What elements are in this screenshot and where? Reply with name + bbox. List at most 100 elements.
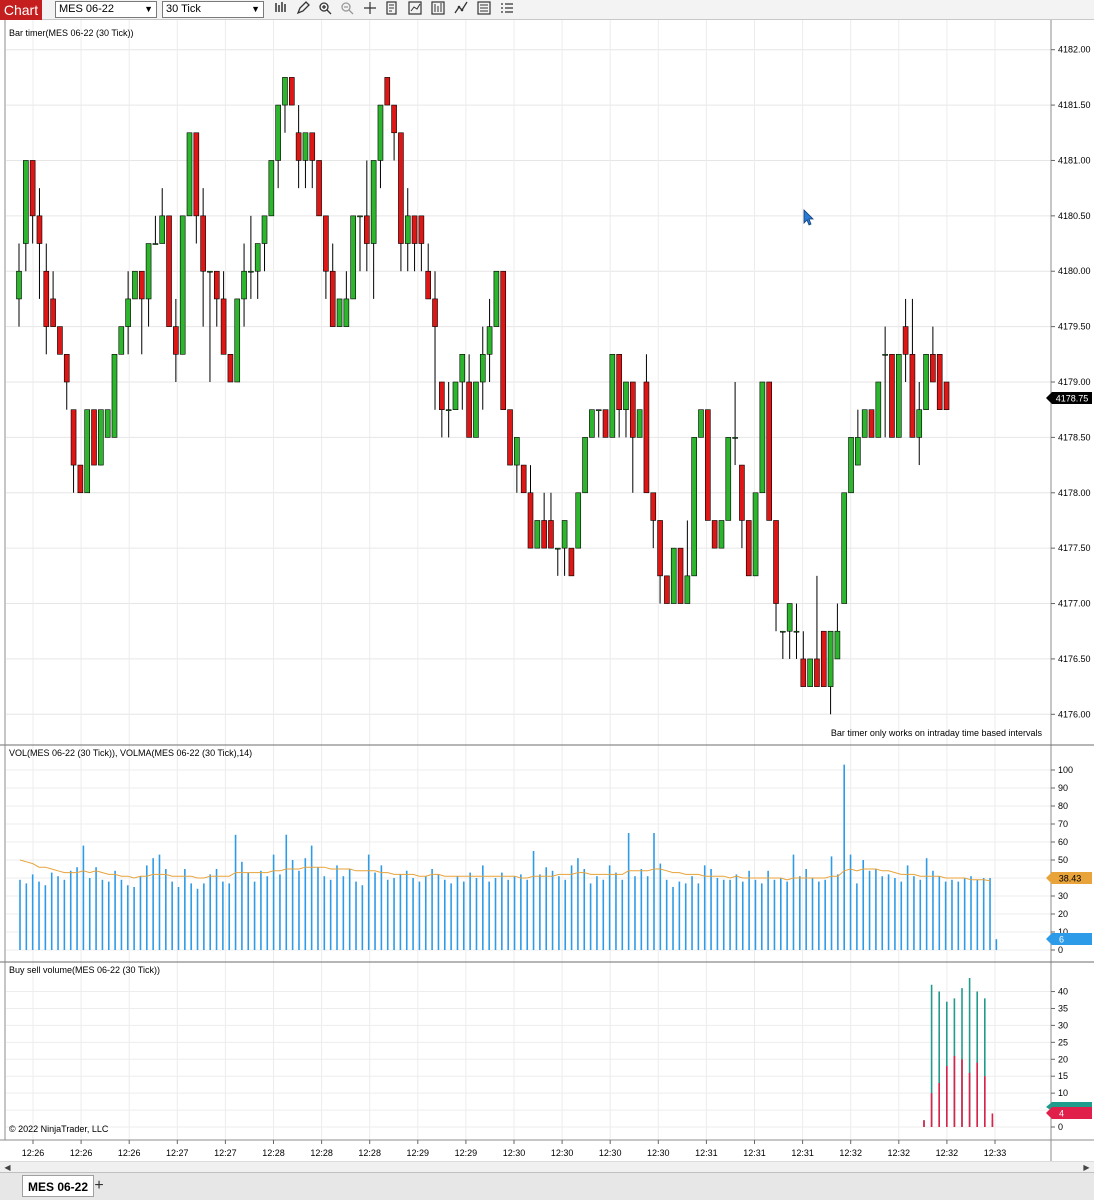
strategies-icon[interactable] <box>429 1 447 18</box>
add-tab-button[interactable]: + <box>89 1176 109 1196</box>
horizontal-scrollbar[interactable]: ◀ ▶ <box>0 1161 1094 1172</box>
crosshair-icon[interactable] <box>361 1 379 18</box>
candle-body <box>179 215 186 355</box>
chevron-down-icon: ▼ <box>251 4 260 14</box>
candle <box>902 298 909 382</box>
candle-body <box>241 270 247 300</box>
candle <box>514 437 520 493</box>
candle <box>664 575 670 604</box>
draw-pencil-icon[interactable] <box>294 1 312 18</box>
candle-body <box>329 270 336 327</box>
candle <box>282 77 288 133</box>
candle-body <box>930 354 936 383</box>
candle-body <box>486 326 493 355</box>
candle <box>418 215 425 272</box>
candle-body <box>104 409 111 438</box>
data-box-icon[interactable] <box>383 1 401 18</box>
grid-lines <box>6 20 1051 1140</box>
candle <box>50 271 56 327</box>
candle-body <box>807 658 813 687</box>
candle <box>582 437 588 494</box>
instrument-selector[interactable]: MES 06-22 ▼ <box>55 1 157 18</box>
time-tick-label: 12:27 <box>166 1148 189 1158</box>
candle <box>609 354 616 438</box>
candle-body <box>670 547 677 604</box>
candle-body <box>411 215 418 244</box>
time-tick-label: 12:28 <box>358 1148 381 1158</box>
candle-body <box>752 492 759 577</box>
candle-body <box>895 354 902 438</box>
candle-body <box>834 630 841 660</box>
candle <box>541 492 547 549</box>
price-tick-label: 4182.00 <box>1058 45 1091 55</box>
volume-tick-label: 90 <box>1058 783 1068 793</box>
candle-body <box>473 381 479 438</box>
candle-body <box>643 381 650 494</box>
candle-body <box>684 575 691 604</box>
candle-body <box>664 575 670 604</box>
candle <box>138 270 145 355</box>
candle <box>16 243 22 327</box>
sell-volume-value: 4 <box>1059 1109 1064 1119</box>
properties-icon[interactable] <box>475 1 493 18</box>
indicators-icon[interactable] <box>406 1 424 18</box>
candle-body <box>595 409 602 411</box>
candle <box>275 104 281 189</box>
candle <box>868 409 875 438</box>
time-tick-label: 12:29 <box>407 1148 430 1158</box>
candle-body <box>602 409 609 438</box>
candle-body <box>377 104 384 161</box>
candle <box>561 520 568 576</box>
candle <box>766 381 773 521</box>
volume-panel-label: VOL(MES 06-22 (30 Tick)), VOLMA(MES 06-2… <box>9 748 252 758</box>
candle-body <box>186 132 193 217</box>
candle-body <box>780 630 786 633</box>
candle <box>445 382 452 438</box>
candle <box>132 270 138 300</box>
candle-body <box>889 354 895 438</box>
volume-axis[interactable]: 1009080706050403020100 <box>1051 765 1073 955</box>
candle <box>343 271 350 327</box>
candle <box>241 243 247 327</box>
candle <box>814 575 820 687</box>
candle <box>159 188 166 244</box>
volume-tick-label: 80 <box>1058 801 1068 811</box>
candle <box>77 464 84 494</box>
tab-mes-06-22[interactable]: MES 06-22 <box>22 1175 95 1197</box>
candle <box>411 215 418 272</box>
candle <box>398 132 404 272</box>
candle <box>739 464 745 549</box>
candle-body <box>466 381 472 438</box>
time-axis[interactable]: 12:26 12:26 12:26 12:27 12:27 12:28 12:28 12:28… <box>22 1140 1007 1158</box>
interval-selector[interactable]: 30 Tick ▼ <box>162 1 264 18</box>
candle-body <box>745 520 752 577</box>
chart-trader-icon[interactable] <box>498 1 516 18</box>
chart-area[interactable]: 4182.00 4181.50 4181.00 4180.50 4180.00 4179.… <box>0 20 1094 1161</box>
zoom-in-icon[interactable] <box>316 1 334 18</box>
candle-body <box>43 270 50 327</box>
price-tick-label: 4178.50 <box>1058 432 1091 442</box>
candle-body <box>657 520 663 577</box>
candle-body <box>514 437 520 466</box>
time-tick-label: 12:29 <box>455 1148 478 1158</box>
candle-body <box>254 243 261 272</box>
candle-body <box>282 77 288 106</box>
volume-tick-label: 60 <box>1058 837 1068 847</box>
zoom-out-icon[interactable] <box>338 1 356 18</box>
candle <box>623 381 629 438</box>
candle <box>636 409 643 438</box>
candle-body <box>800 658 807 687</box>
candle <box>227 354 234 383</box>
candle-body <box>404 215 411 244</box>
candle <box>336 298 343 327</box>
candle-body <box>118 326 125 355</box>
bar-type-icon[interactable] <box>272 1 290 18</box>
price-axis[interactable]: 4182.00 4181.50 4181.00 4180.50 4180.00 4179.… <box>1051 45 1091 720</box>
candle <box>936 354 943 410</box>
candle <box>323 215 329 299</box>
chart-title: Chart <box>0 0 42 20</box>
candle <box>213 270 220 327</box>
candle-body <box>691 437 697 577</box>
candle <box>193 132 200 244</box>
drawing-tools-icon[interactable] <box>452 1 470 18</box>
